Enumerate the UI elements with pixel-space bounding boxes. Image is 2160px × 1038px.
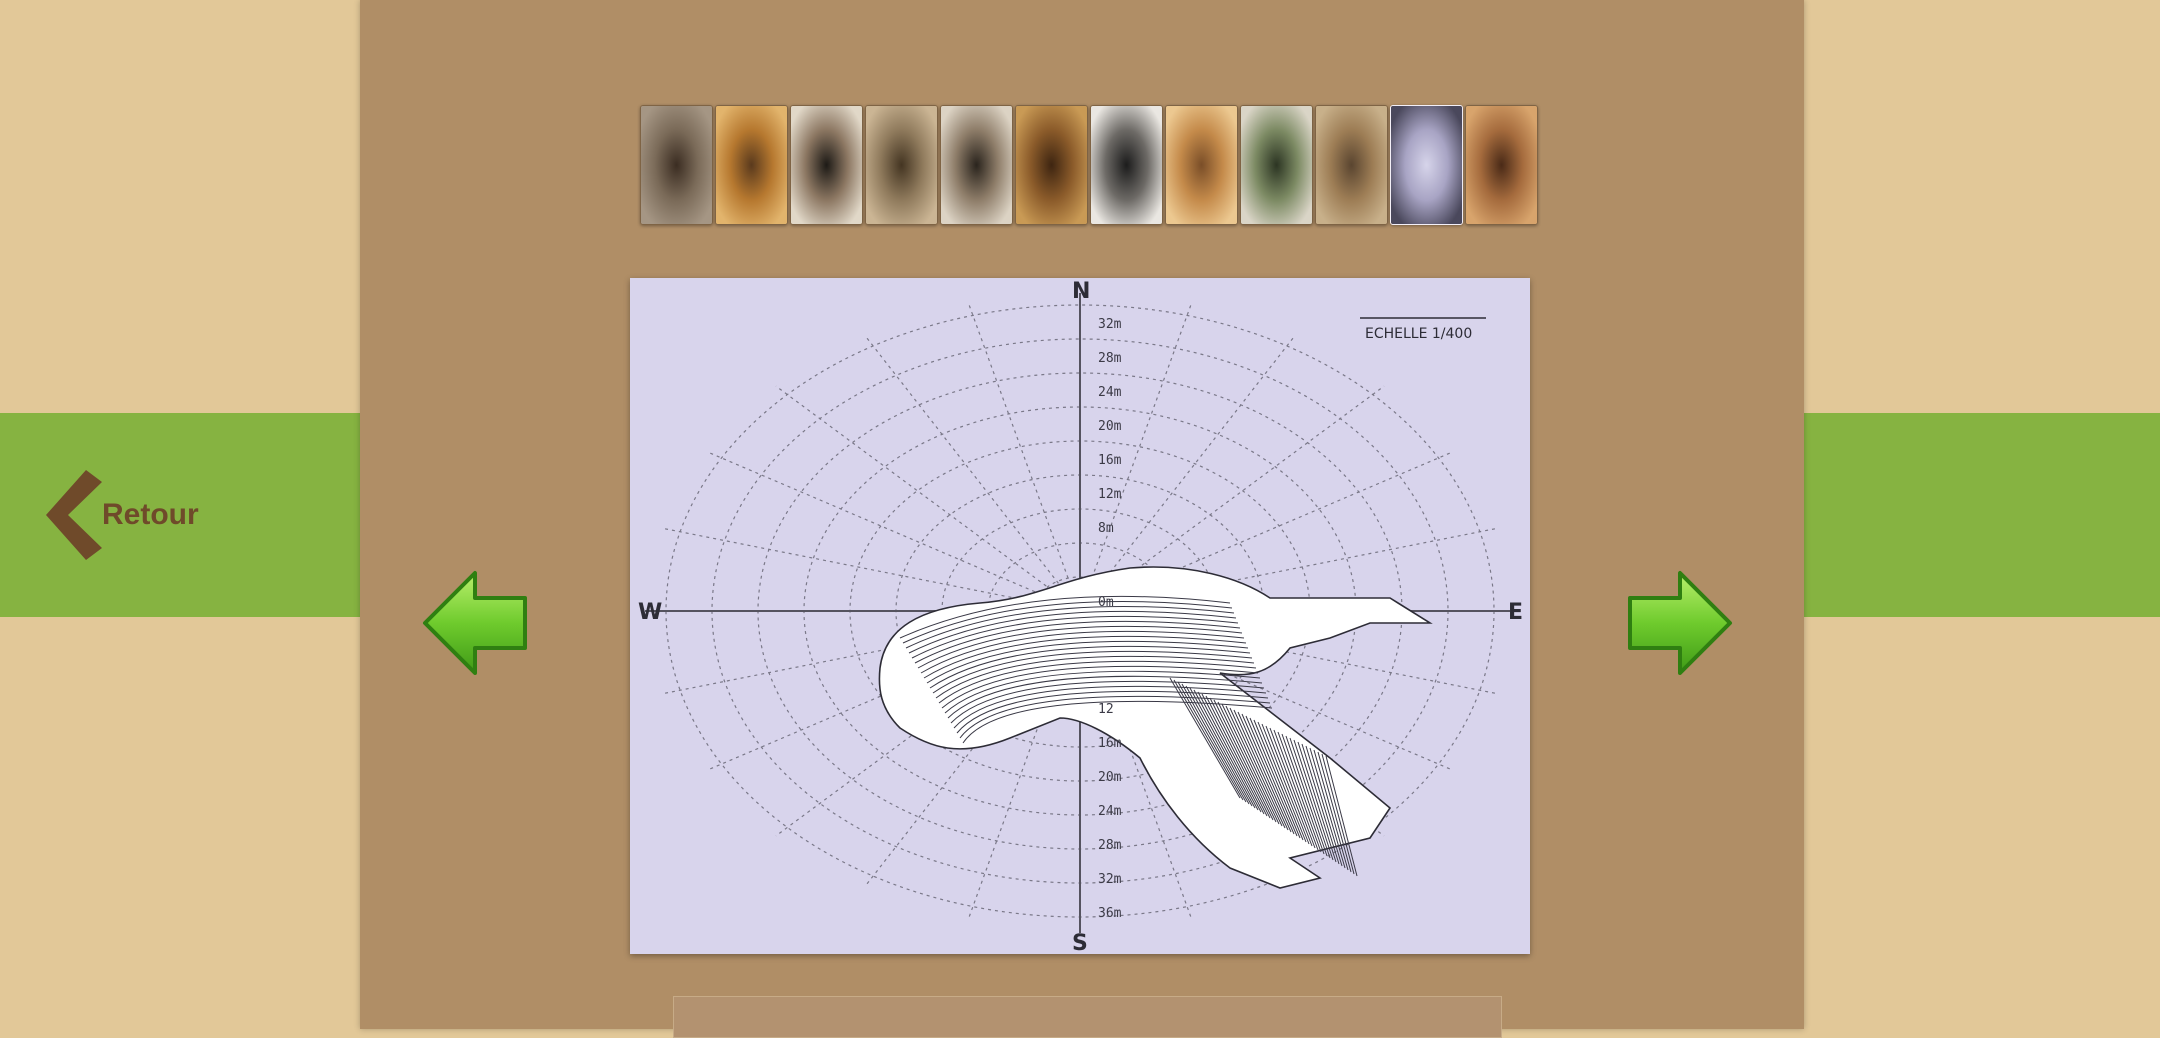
back-button-label: Retour <box>102 498 199 531</box>
radius-label-north: 24m <box>1098 385 1122 400</box>
gallery-photo-1-thumbnail[interactable] <box>640 105 713 225</box>
right-green-band <box>1800 413 2160 617</box>
compass-east-label: E <box>1508 600 1523 625</box>
radius-label-north: 8m <box>1098 521 1114 536</box>
radius-label-south: 16m <box>1098 736 1122 751</box>
radius-label-south: 20m <box>1098 770 1122 785</box>
gallery-photo-6-thumbnail[interactable] <box>1015 105 1088 225</box>
back-button[interactable]: Retour <box>40 465 220 565</box>
radius-label-north: 28m <box>1098 351 1122 366</box>
radius-label-north: 12m <box>1098 487 1122 502</box>
compass-north-label: N <box>1072 279 1090 304</box>
arrow-right-icon <box>1628 571 1732 675</box>
caption-box <box>673 996 1502 1038</box>
chevron-left-icon <box>46 470 102 560</box>
radius-label-north: 32m <box>1098 317 1122 332</box>
gallery-photo-9-thumbnail[interactable] <box>1240 105 1313 225</box>
compass-south-label: S <box>1072 931 1088 954</box>
gallery-photo-4-thumbnail[interactable] <box>865 105 938 225</box>
radius-label-south: 36m <box>1098 906 1122 921</box>
gallery-photo-12-thumbnail[interactable] <box>1465 105 1538 225</box>
gallery-photo-3-thumbnail[interactable] <box>790 105 863 225</box>
previous-image-button[interactable] <box>420 568 530 678</box>
gallery-photo-7-thumbnail[interactable] <box>1090 105 1163 225</box>
radius-label-south: 28m <box>1098 838 1122 853</box>
radius-label-north: 20m <box>1098 419 1122 434</box>
radius-label-south: 32m <box>1098 872 1122 887</box>
gallery-photo-8-thumbnail[interactable] <box>1165 105 1238 225</box>
radius-label-south: 12 <box>1098 702 1114 717</box>
main-image: 32m 28m 24m 20m 16m 12m 8m 12 16m 20m 24m 28m 32m 36m… <box>630 278 1530 954</box>
radius-label-south: 24m <box>1098 804 1122 819</box>
gallery-photo-5-thumbnail[interactable] <box>940 105 1013 225</box>
gallery-photo-11-thumbnail[interactable] <box>1390 105 1463 225</box>
radius-label-center: 0m <box>1098 595 1114 610</box>
gallery-photo-10-thumbnail[interactable] <box>1315 105 1388 225</box>
scale-label: ECHELLE 1/400 <box>1365 326 1472 342</box>
radius-label-north: 16m <box>1098 453 1122 468</box>
next-image-button[interactable] <box>1625 568 1735 678</box>
compass-west-label: W <box>638 600 662 625</box>
thumbnail-strip <box>640 105 1540 227</box>
gallery-photo-2-thumbnail[interactable] <box>715 105 788 225</box>
arrow-left-icon <box>423 571 527 675</box>
